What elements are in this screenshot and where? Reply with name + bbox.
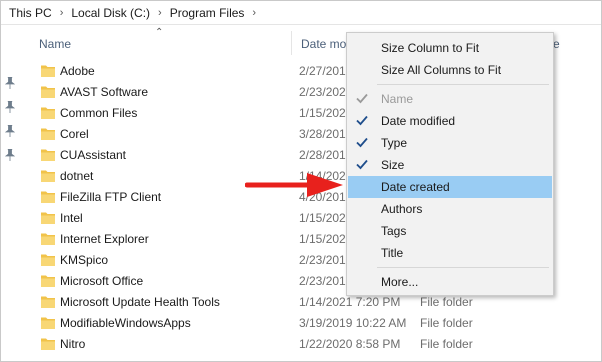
- file-row[interactable]: ModifiableWindowsApps 3/19/2019 10:22 AM F…: [1, 313, 601, 334]
- checkmark-icon: [356, 115, 368, 126]
- file-name: Nitro: [60, 337, 86, 351]
- menu-item-more[interactable]: More...: [348, 271, 552, 293]
- folder-icon: [41, 275, 55, 287]
- folder-icon: [41, 338, 55, 350]
- menu-item-label: Date created: [381, 180, 450, 194]
- menu-item-label: More...: [381, 275, 419, 289]
- file-name: CUAssistant: [60, 148, 127, 162]
- file-name: dotnet: [60, 169, 94, 183]
- folder-icon: [41, 86, 55, 98]
- breadcrumb-program-files[interactable]: Program Files: [168, 6, 247, 20]
- menu-item-authors[interactable]: Authors: [348, 198, 552, 220]
- folder-icon: [41, 233, 55, 245]
- menu-item-tags[interactable]: Tags: [348, 220, 552, 242]
- file-row[interactable]: Nitro 1/22/2020 8:58 PM File folder: [1, 334, 601, 355]
- file-date-modified: 2/23/201: [299, 274, 346, 288]
- file-date-modified: 1/14/2021 7:20 PM: [299, 295, 401, 309]
- file-date-modified: 3/28/201: [299, 127, 346, 141]
- file-date-modified: 1/15/202: [299, 211, 346, 225]
- file-name: Microsoft Update Health Tools: [60, 295, 220, 309]
- file-name: FileZilla FTP Client: [60, 190, 162, 204]
- breadcrumb: This PC › Local Disk (C:) › Program File…: [1, 1, 601, 25]
- folder-icon: [41, 296, 55, 308]
- file-date-modified: 2/23/201: [299, 253, 346, 267]
- breadcrumb-this-pc[interactable]: This PC: [7, 6, 54, 20]
- file-name: ModifiableWindowsApps: [60, 316, 191, 330]
- column-context-menu: Size Column to Fit Size All Columns to F…: [346, 32, 554, 296]
- menu-item-size[interactable]: Size: [348, 154, 552, 176]
- menu-item-label: Size All Columns to Fit: [381, 63, 502, 77]
- folder-icon: [41, 149, 55, 161]
- folder-icon: [41, 212, 55, 224]
- file-date-modified: 2/27/201: [299, 64, 346, 78]
- file-name: Microsoft Office: [60, 274, 144, 288]
- explorer-window: This PC › Local Disk (C:) › Program File…: [0, 0, 602, 362]
- file-name: Common Files: [60, 106, 138, 120]
- sort-ascending-icon: ⌃: [155, 27, 164, 38]
- checkmark-icon: [356, 137, 368, 148]
- file-date-modified: 1/15/202: [299, 232, 346, 246]
- file-type: File folder: [420, 295, 473, 309]
- breadcrumb-chevron-icon[interactable]: ›: [246, 7, 262, 19]
- menu-item-type[interactable]: Type: [348, 132, 552, 154]
- file-name: Intel: [60, 211, 83, 225]
- menu-item-size-column-to-fit[interactable]: Size Column to Fit: [348, 37, 552, 59]
- menu-separator: [377, 84, 549, 85]
- file-name: Adobe: [60, 64, 95, 78]
- checkmark-icon: [356, 159, 368, 170]
- file-type: File folder: [420, 316, 473, 330]
- file-name: KMSpico: [60, 253, 109, 267]
- menu-item-label: Type: [381, 136, 408, 150]
- file-date-modified: 1/15/202: [299, 106, 346, 120]
- folder-icon: [41, 65, 55, 77]
- file-date-modified: 3/19/2019 10:22 AM: [299, 316, 407, 330]
- menu-item-label: Name: [381, 92, 414, 106]
- menu-item-date-modified[interactable]: Date modified: [348, 110, 552, 132]
- column-header-name[interactable]: Name: [39, 37, 71, 51]
- menu-item-label: Title: [381, 246, 404, 260]
- menu-item-label: Size Column to Fit: [381, 41, 480, 55]
- file-name: Corel: [60, 127, 89, 141]
- folder-icon: [41, 317, 55, 329]
- breadcrumb-local-disk[interactable]: Local Disk (C:): [69, 6, 152, 20]
- folder-icon: [41, 107, 55, 119]
- menu-item-title[interactable]: Title: [348, 242, 552, 264]
- menu-item-label: Authors: [381, 202, 423, 216]
- menu-item-label: Size: [381, 158, 405, 172]
- file-date-modified: 2/23/202: [299, 85, 346, 99]
- menu-item-label: Tags: [381, 224, 407, 238]
- file-date-modified: 1/22/2020 8:58 PM: [299, 337, 401, 351]
- file-name: Internet Explorer: [60, 232, 149, 246]
- breadcrumb-chevron-icon[interactable]: ›: [54, 7, 70, 19]
- menu-item-name: Name: [348, 88, 552, 110]
- red-arrow-annotation: [245, 173, 343, 197]
- file-date-modified: 2/28/201: [299, 148, 346, 162]
- folder-icon: [41, 191, 55, 203]
- breadcrumb-chevron-icon[interactable]: ›: [152, 7, 168, 19]
- file-name: AVAST Software: [60, 85, 149, 99]
- folder-icon: [41, 170, 55, 182]
- menu-item-date-created[interactable]: Date created: [348, 176, 552, 198]
- column-divider[interactable]: [291, 31, 292, 55]
- file-type: File folder: [420, 337, 473, 351]
- menu-item-size-all-columns-to-fit[interactable]: Size All Columns to Fit: [348, 59, 552, 81]
- menu-item-label: Date modified: [381, 114, 456, 128]
- folder-icon: [41, 254, 55, 266]
- menu-separator: [377, 267, 549, 268]
- folder-icon: [41, 128, 55, 140]
- checkmark-icon: [356, 93, 368, 104]
